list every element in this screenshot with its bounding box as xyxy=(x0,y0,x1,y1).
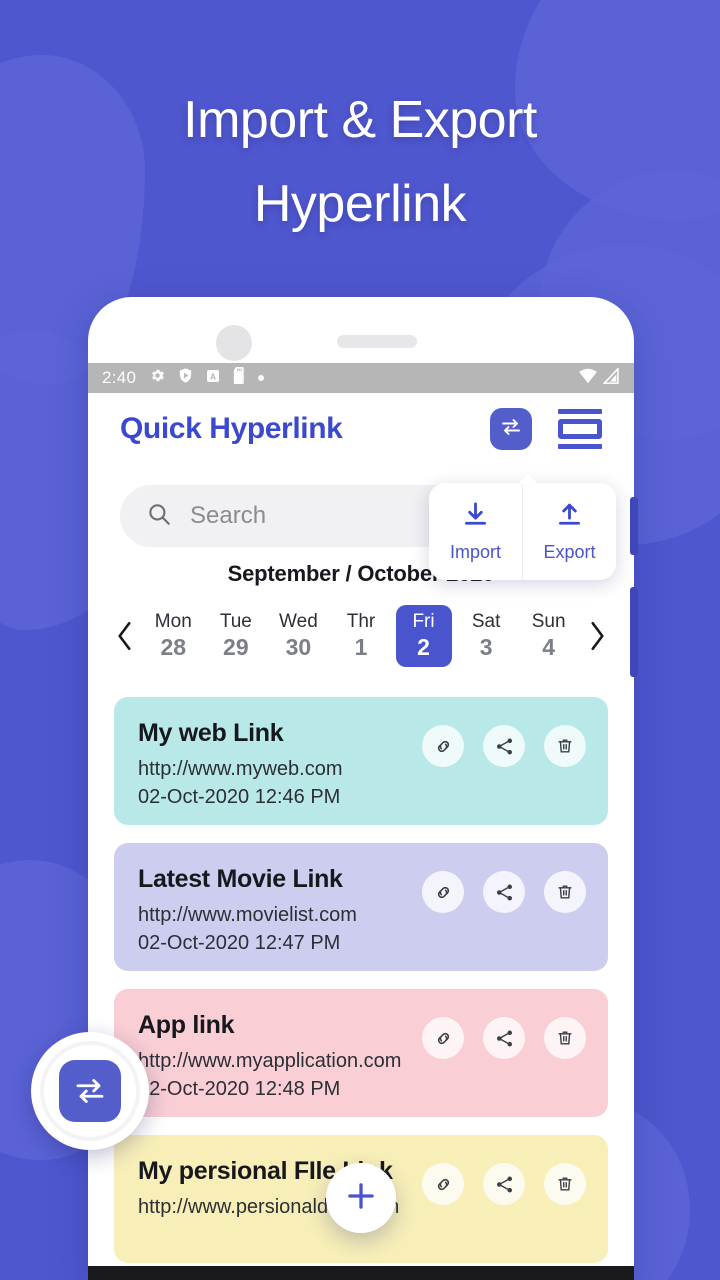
day-cell-mon[interactable]: Mon 28 xyxy=(145,605,201,667)
link-datetime: 02-Oct-2020 12:48 PM xyxy=(138,1078,341,1101)
card-actions xyxy=(422,1017,586,1059)
plus-icon xyxy=(342,1177,380,1220)
day-number: 29 xyxy=(223,634,249,660)
import-menu-item[interactable]: Import xyxy=(429,483,522,580)
phone-bottom-bar xyxy=(88,1266,634,1280)
export-menu-item[interactable]: Export xyxy=(522,483,616,580)
delete-button[interactable] xyxy=(544,1017,586,1059)
day-cell-sun[interactable]: Sun 4 xyxy=(521,605,577,667)
prev-week-button[interactable] xyxy=(108,619,142,653)
signal-icon xyxy=(602,366,620,389)
day-cell-tue[interactable]: Tue 29 xyxy=(208,605,264,667)
copy-link-button[interactable] xyxy=(422,725,464,767)
hero-headline: Import & Export Hyperlink xyxy=(0,78,720,246)
delete-button[interactable] xyxy=(544,1163,586,1205)
phone-mockup: 2:40 A Quick Hyperlink Search Import Exp… xyxy=(88,297,634,1280)
day-number: 3 xyxy=(479,634,493,660)
next-week-button[interactable] xyxy=(580,619,614,653)
import-label: Import xyxy=(449,542,501,562)
week-strip: Mon 28 Tue 29 Wed 30 Thr 1 Fri 2 Sat 3 S… xyxy=(88,600,634,672)
view-toggle-button[interactable] xyxy=(558,409,602,449)
svg-text:A: A xyxy=(210,371,217,381)
swap-arrows-icon xyxy=(499,415,523,444)
card-actions xyxy=(422,1163,586,1205)
day-weekday: Mon xyxy=(154,611,192,632)
share-button[interactable] xyxy=(483,871,525,913)
transfer-feature-badge[interactable] xyxy=(31,1032,149,1150)
earpiece-speaker xyxy=(337,335,417,348)
search-placeholder: Search xyxy=(190,502,267,529)
day-list: Mon 28 Tue 29 Wed 30 Thr 1 Fri 2 Sat 3 S… xyxy=(142,605,580,667)
day-number: 4 xyxy=(542,634,556,660)
day-cell-sat[interactable]: Sat 3 xyxy=(458,605,514,667)
day-cell-thr[interactable]: Thr 1 xyxy=(333,605,389,667)
delete-button[interactable] xyxy=(544,725,586,767)
card-view-icon xyxy=(558,419,602,439)
app-title: Quick Hyperlink xyxy=(120,412,343,445)
copy-link-button[interactable] xyxy=(422,1163,464,1205)
play-shield-icon xyxy=(177,367,194,389)
share-button[interactable] xyxy=(483,1017,525,1059)
day-weekday: Fri xyxy=(412,611,435,632)
day-weekday: Tue xyxy=(219,611,252,632)
front-camera xyxy=(216,325,252,361)
export-label: Export xyxy=(543,542,596,562)
list-item[interactable]: App link http://www.myapplication.com 02… xyxy=(114,989,608,1117)
upload-arrow-icon xyxy=(554,500,585,536)
link-datetime: 02-Oct-2020 12:47 PM xyxy=(138,932,341,955)
card-view-icon-top xyxy=(558,409,602,414)
card-actions xyxy=(422,871,586,913)
day-number: 30 xyxy=(285,634,312,660)
gear-icon xyxy=(149,367,166,389)
add-link-fab[interactable] xyxy=(326,1163,396,1233)
swap-arrows-icon xyxy=(59,1060,121,1122)
share-button[interactable] xyxy=(483,725,525,767)
dot-icon xyxy=(258,375,265,381)
copy-link-button[interactable] xyxy=(422,871,464,913)
sd-card-icon xyxy=(232,367,247,389)
copy-link-button[interactable] xyxy=(422,1017,464,1059)
day-number: 28 xyxy=(160,634,187,660)
card-actions xyxy=(422,725,586,767)
link-datetime: 02-Oct-2020 12:46 PM xyxy=(138,786,341,809)
status-time: 2:40 xyxy=(102,368,137,387)
day-number: 2 xyxy=(417,634,430,660)
transfer-button[interactable] xyxy=(490,408,532,450)
delete-button[interactable] xyxy=(544,871,586,913)
card-view-icon-bottom xyxy=(558,444,602,449)
day-weekday: Sun xyxy=(531,611,566,632)
day-weekday: Thr xyxy=(346,611,376,632)
headline-line-1: Import & Export xyxy=(183,91,537,149)
share-button[interactable] xyxy=(483,1163,525,1205)
wifi-icon xyxy=(578,368,598,389)
list-item[interactable]: Latest Movie Link http://www.movielist.c… xyxy=(114,843,608,971)
download-arrow-icon xyxy=(460,500,491,536)
headline-line-2: Hyperlink xyxy=(253,175,467,234)
day-number: 1 xyxy=(354,634,368,660)
day-cell-fri-selected[interactable]: Fri 2 xyxy=(395,605,452,667)
day-cell-wed[interactable]: Wed 30 xyxy=(270,605,326,667)
status-bar: 2:40 A xyxy=(88,363,634,393)
list-item[interactable]: My web Link http://www.myweb.com 02-Oct-… xyxy=(114,697,608,825)
a-box-icon: A xyxy=(205,368,221,389)
day-weekday: Wed xyxy=(279,611,318,632)
search-icon xyxy=(146,501,172,532)
import-export-menu: Import Export xyxy=(429,474,616,580)
app-header: Quick Hyperlink xyxy=(88,393,634,465)
day-weekday: Sat xyxy=(471,611,501,632)
